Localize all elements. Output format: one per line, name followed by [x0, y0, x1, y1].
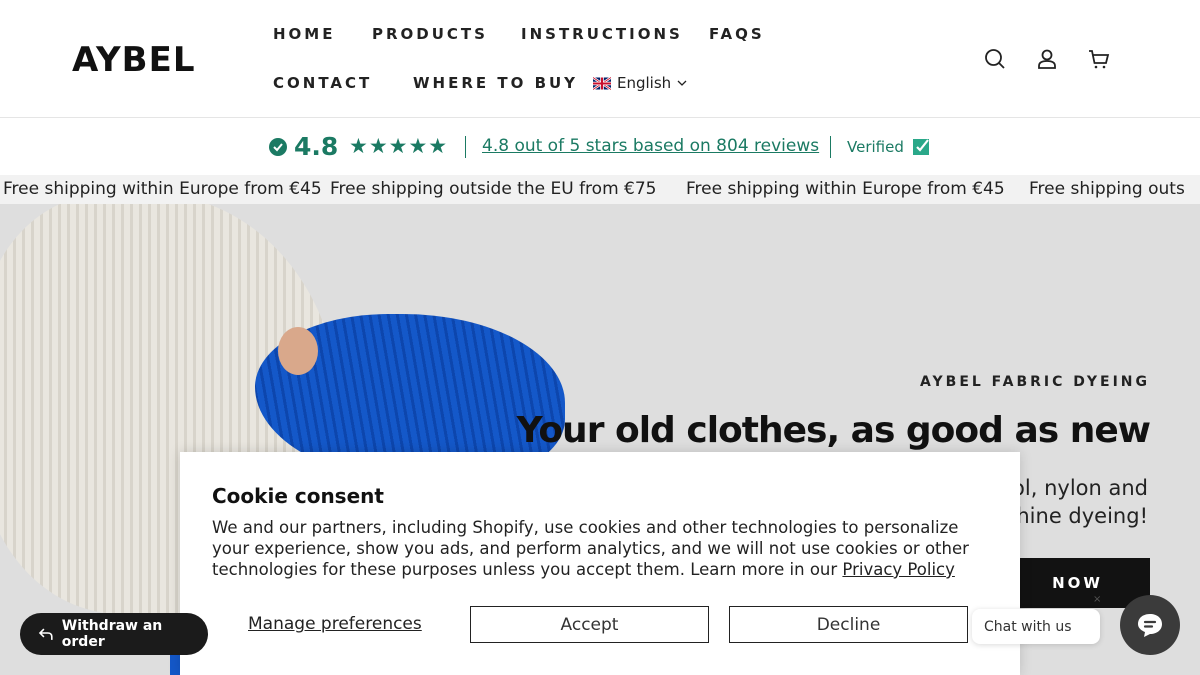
- nav-faqs[interactable]: FAQS: [709, 25, 765, 43]
- withdraw-order-button[interactable]: Withdraw an order: [20, 613, 208, 655]
- check-circle-icon: [269, 138, 287, 156]
- verified-label: Verified: [847, 138, 904, 156]
- rating-score: 4.8: [294, 132, 339, 161]
- divider: [465, 136, 466, 158]
- cart-icon[interactable]: [1087, 47, 1111, 71]
- chat-launcher-button[interactable]: [1120, 595, 1180, 655]
- manage-preferences-link[interactable]: Manage preferences: [248, 614, 422, 634]
- chevron-down-icon: [677, 80, 687, 86]
- language-label: English: [617, 74, 672, 92]
- hero-kicker: AYBEL FABRIC DYEING: [920, 374, 1150, 390]
- cookie-text: We and our partners, including Shopify, …: [212, 517, 992, 580]
- chat-icon: [1138, 614, 1162, 637]
- site-header: AYBEL HOME PRODUCTS INSTRUCTIONS FAQS CO…: [0, 0, 1200, 118]
- search-icon[interactable]: [983, 47, 1007, 71]
- uk-flag-icon: [593, 76, 611, 90]
- nav-where-to-buy[interactable]: WHERE TO BUY: [413, 74, 578, 92]
- divider: [830, 136, 831, 158]
- verified-badge-icon: [913, 139, 929, 155]
- decline-button[interactable]: Decline: [729, 606, 968, 643]
- accept-button[interactable]: Accept: [470, 606, 709, 643]
- cookie-title: Cookie consent: [212, 484, 384, 508]
- hero-cta-button[interactable]: NOW: [1005, 558, 1150, 608]
- chat-close-icon[interactable]: ×: [1093, 594, 1101, 605]
- star-rating-icon: ★★★★★: [349, 134, 449, 158]
- withdraw-label: Withdraw an order: [61, 618, 163, 650]
- return-arrow-icon: [38, 628, 53, 640]
- nav-contact[interactable]: CONTACT: [273, 74, 372, 92]
- nav-products[interactable]: PRODUCTS: [372, 25, 488, 43]
- logo[interactable]: AYBEL: [72, 40, 196, 80]
- announcement-item: Free shipping outs: [1029, 179, 1185, 199]
- announcement-item: Free shipping within Europe from €45: [686, 179, 1005, 199]
- language-selector[interactable]: English: [593, 74, 687, 92]
- hero-image-hand: [278, 327, 318, 375]
- nav-instructions[interactable]: INSTRUCTIONS: [521, 25, 683, 43]
- reviews-link[interactable]: 4.8 out of 5 stars based on 804 reviews: [482, 136, 819, 156]
- chat-prompt-bubble[interactable]: Chat with us: [972, 609, 1100, 644]
- cookie-consent-dialog: Cookie consent We and our partners, incl…: [180, 452, 1020, 675]
- announcement-item: Free shipping within Europe from €45: [3, 179, 322, 199]
- account-icon[interactable]: [1035, 47, 1059, 71]
- announcement-bar: Free shipping within Europe from €45 Fre…: [0, 175, 1200, 204]
- privacy-policy-link[interactable]: Privacy Policy: [842, 560, 954, 579]
- nav-home[interactable]: HOME: [273, 25, 335, 43]
- announcement-item: Free shipping outside the EU from €75: [330, 179, 657, 199]
- hero-title: Your old clothes, as good as new: [516, 410, 1151, 451]
